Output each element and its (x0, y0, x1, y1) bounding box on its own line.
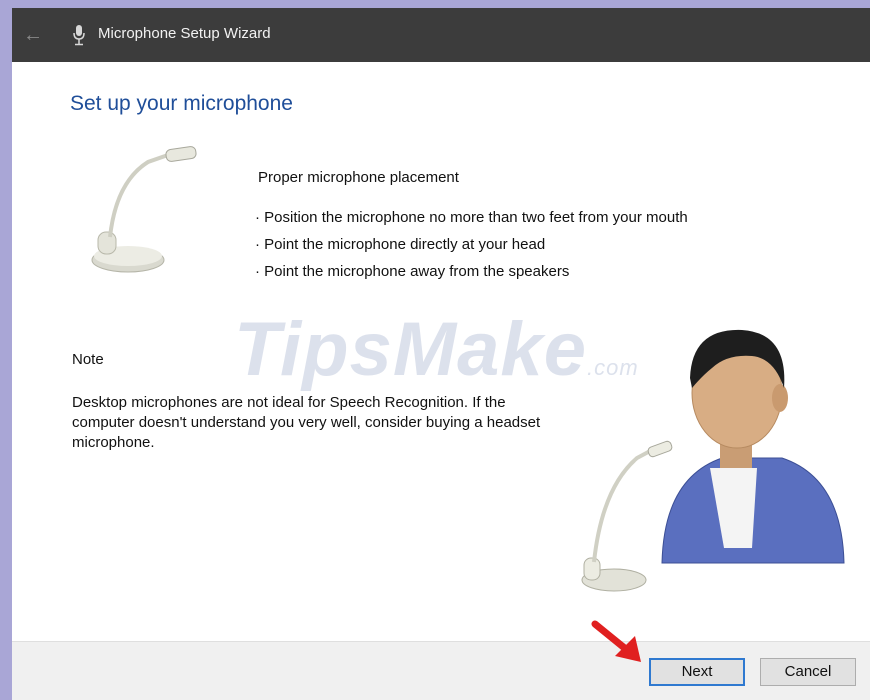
person-with-microphone-illustration (581, 329, 845, 592)
list-item: · Point the microphone directly at your … (255, 236, 546, 253)
watermark-brand: TipsMake (234, 307, 587, 392)
note-title: Note (72, 351, 104, 368)
placement-title: Proper microphone placement (258, 169, 459, 186)
back-arrow-icon[interactable]: ← (20, 22, 46, 48)
next-button[interactable]: Next (649, 658, 745, 686)
microphone-icon (73, 25, 85, 46)
wizard-window: ← Microphone Setup Wizard Set up your mi… (12, 8, 870, 700)
cancel-button[interactable]: Cancel (760, 658, 856, 686)
wizard-footer: Next Cancel (12, 641, 870, 700)
desktop-microphone-illustration (91, 146, 197, 273)
page-title: Set up your microphone (70, 92, 293, 115)
window-title: Microphone Setup Wizard (98, 25, 271, 42)
note-text: Desktop microphones are not ideal for Sp… (72, 394, 541, 451)
list-item: · Point the microphone away from the spe… (255, 263, 570, 280)
list-item: · Position the microphone no more than t… (255, 209, 688, 226)
placement-list: · Position the microphone no more than t… (255, 208, 688, 289)
title-bar: ← Microphone Setup Wizard (12, 8, 870, 62)
annotation-arrow-icon (591, 620, 641, 662)
